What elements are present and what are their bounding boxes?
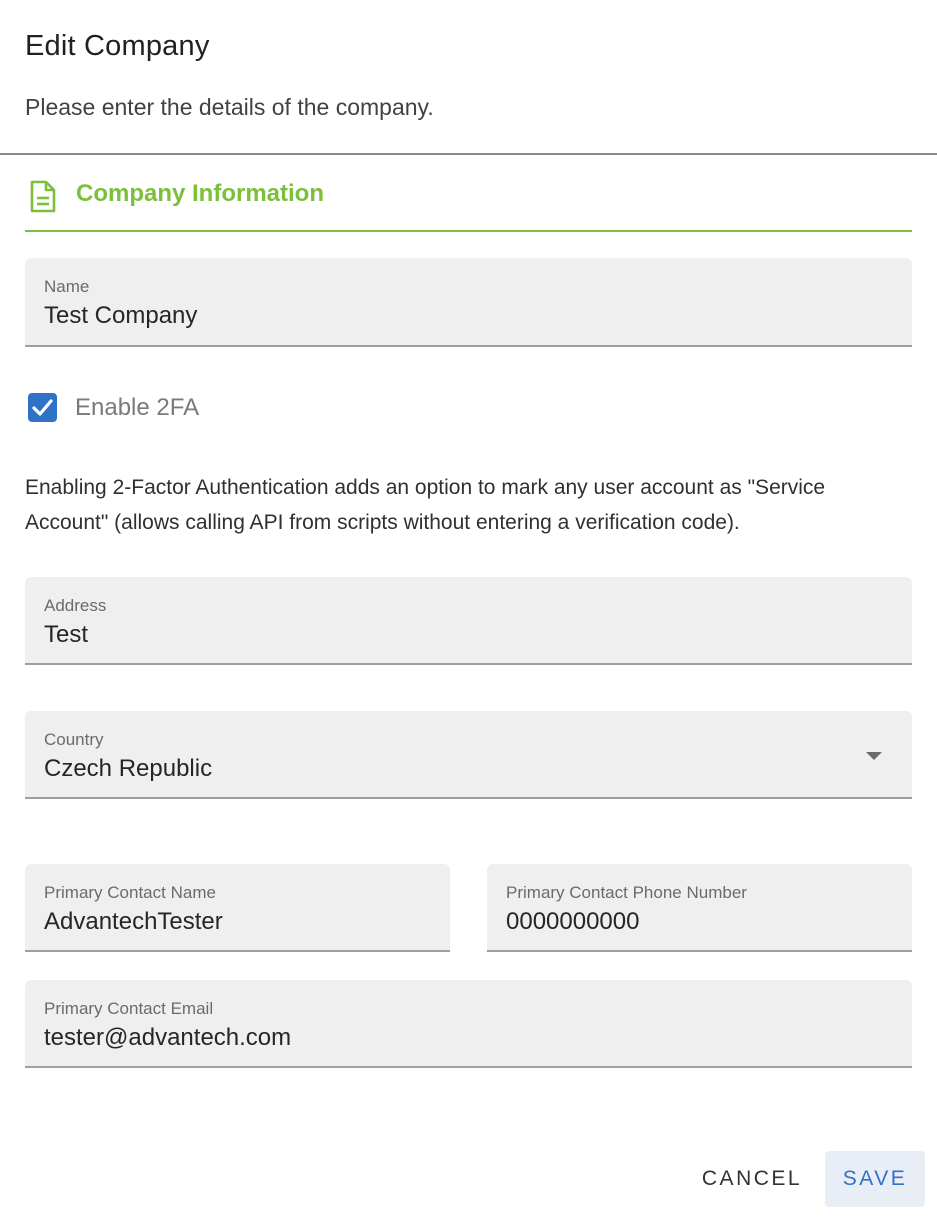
edit-company-dialog: Edit Company Please enter the details of…: [0, 0, 937, 1220]
primary-contact-name-value: AdvantechTester: [44, 908, 223, 935]
primary-contact-email-value: tester@advantech.com: [44, 1024, 292, 1051]
name-field-value: Test Company: [44, 302, 198, 329]
enable-2fa-label[interactable]: Enable 2FA: [75, 394, 199, 422]
primary-contact-email-field[interactable]: Primary Contact Email tester@advantech.c…: [25, 980, 912, 1068]
address-field-value: Test: [44, 621, 89, 648]
name-field[interactable]: Name Test Company: [25, 258, 912, 347]
section-title: Company Information: [76, 180, 325, 207]
country-select-value: Czech Republic: [44, 755, 213, 782]
enable-2fa-checkbox[interactable]: [28, 393, 57, 422]
address-field-label: Address: [44, 596, 107, 615]
primary-contact-email-label: Primary Contact Email: [44, 999, 214, 1018]
primary-contact-phone-field[interactable]: Primary Contact Phone Number 0000000000: [487, 864, 912, 952]
country-select-label: Country: [44, 730, 104, 749]
name-field-label: Name: [44, 277, 90, 296]
dialog-subtitle: Please enter the details of the company.: [25, 94, 434, 120]
document-icon: [30, 180, 56, 213]
title-divider: [0, 153, 937, 155]
checkmark-icon: [32, 399, 53, 416]
primary-contact-name-field[interactable]: Primary Contact Name AdvantechTester: [25, 864, 450, 952]
dialog-title: Edit Company: [25, 30, 210, 62]
section-header-company-information: Company Information: [25, 176, 912, 232]
cancel-button[interactable]: CANCEL: [690, 1151, 814, 1207]
primary-contact-phone-value: 0000000000: [506, 908, 640, 935]
save-button[interactable]: SAVE: [825, 1151, 925, 1207]
address-field[interactable]: Address Test: [25, 577, 912, 665]
two-fa-help-text: Enabling 2-Factor Authentication adds an…: [25, 476, 826, 534]
primary-contact-name-label: Primary Contact Name: [44, 883, 216, 902]
dropdown-arrow-icon[interactable]: [866, 752, 882, 760]
primary-contact-phone-label: Primary Contact Phone Number: [506, 883, 747, 902]
country-select[interactable]: Country Czech Republic: [25, 711, 912, 799]
